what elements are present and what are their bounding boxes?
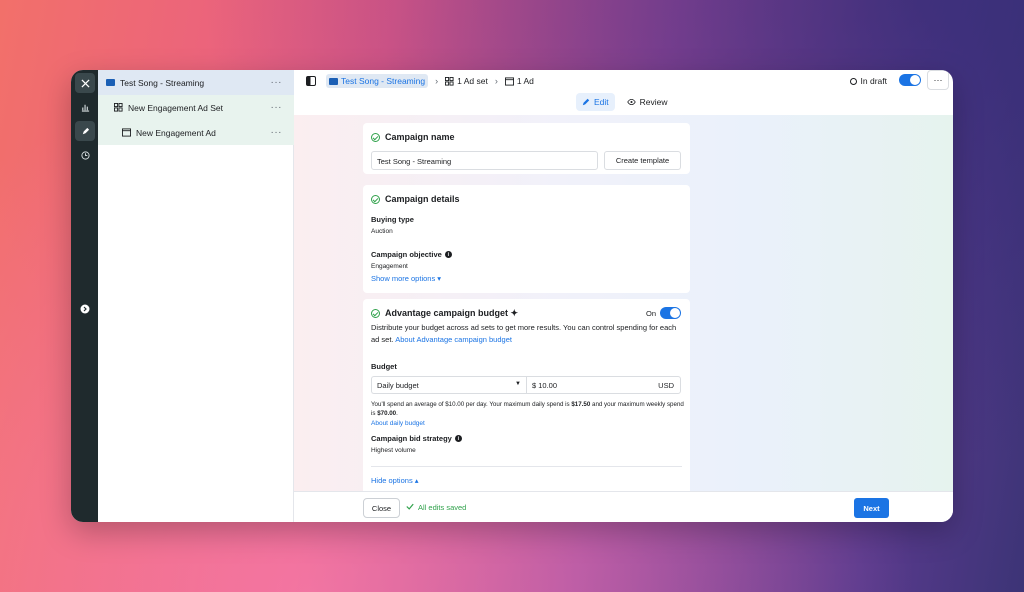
save-status: All edits saved	[406, 503, 466, 512]
more-options-icon[interactable]: ···	[271, 127, 283, 138]
advantage-budget-toggle[interactable]	[660, 307, 681, 319]
tree-item-campaign[interactable]: Test Song - Streaming ···	[98, 70, 294, 95]
folder-icon	[106, 78, 115, 87]
toggle-label: On	[645, 309, 656, 318]
objective-value: Engagement	[371, 263, 408, 270]
info-icon[interactable]: i	[454, 435, 462, 442]
breadcrumb-ad[interactable]: 1 Ad	[504, 76, 534, 86]
mode-tabs: Edit Review	[576, 92, 680, 112]
breadcrumb-campaign[interactable]: Test Song - Streaming	[326, 74, 429, 88]
hide-options-link[interactable]: Hide options ▴	[371, 476, 419, 485]
folder-icon	[329, 77, 338, 85]
card-title: Campaign name	[371, 132, 455, 142]
close-button[interactable]: Close	[363, 498, 400, 518]
grid-icon	[114, 103, 123, 112]
check-circle-icon	[371, 132, 380, 142]
tree-item-label: Test Song - Streaming	[120, 77, 205, 88]
bid-strategy-value: Highest volume	[371, 447, 416, 454]
more-options-button[interactable]: ···	[927, 70, 949, 90]
clock-icon[interactable]	[75, 145, 95, 165]
tab-edit[interactable]: Edit	[576, 93, 615, 111]
left-rail	[71, 70, 98, 522]
draft-status-icon	[849, 77, 857, 85]
breadcrumb-separator: ›	[494, 76, 498, 86]
campaign-details-card: Campaign details Buying type Auction Cam…	[363, 185, 690, 293]
about-advantage-link[interactable]: About Advantage campaign budget	[395, 335, 512, 344]
ad-icon	[122, 128, 131, 137]
more-options-icon[interactable]: ···	[271, 102, 283, 113]
check-circle-icon	[371, 194, 380, 204]
checkmark-icon	[406, 503, 414, 512]
campaign-name-input[interactable]: Test Song - Streaming	[371, 151, 598, 170]
tree-item-label: New Engagement Ad Set	[128, 102, 223, 113]
currency-label: USD	[658, 381, 674, 390]
show-more-options-link[interactable]: Show more options ▾	[371, 274, 441, 283]
eye-icon	[626, 98, 636, 106]
divider	[371, 466, 682, 467]
chevron-right-icon[interactable]	[75, 299, 95, 319]
budget-label: Budget	[371, 362, 397, 371]
caret-down-icon: ▼	[515, 381, 521, 387]
ad-icon	[504, 76, 514, 86]
create-template-button[interactable]: Create template	[604, 151, 681, 170]
more-options-icon[interactable]: ···	[271, 77, 283, 88]
tab-review[interactable]: Review	[621, 93, 674, 111]
breadcrumb-adset[interactable]: 1 Ad set	[445, 76, 488, 86]
footer-bar: Close All edits saved Next	[294, 491, 953, 522]
campaign-on-toggle[interactable]	[899, 74, 921, 86]
buying-type-value: Auction	[371, 228, 393, 235]
tree-item-label: New Engagement Ad	[136, 127, 216, 138]
next-button[interactable]: Next	[854, 498, 889, 518]
close-icon[interactable]	[75, 73, 95, 93]
budget-amount-input[interactable]: $ 10.00 USD	[526, 376, 681, 394]
editor-canvas: Campaign name Test Song - Streaming Crea…	[294, 115, 953, 491]
tree-item-ad[interactable]: New Engagement Ad ···	[98, 120, 294, 145]
tree-item-adset[interactable]: New Engagement Ad Set ···	[98, 95, 294, 120]
card-title: Advantage campaign budget ✦	[371, 308, 518, 319]
pencil-icon	[582, 98, 590, 106]
objective-label: Campaign objective i	[371, 250, 452, 259]
advantage-budget-card: Advantage campaign budget ✦ On Distribut…	[363, 299, 690, 491]
card-title: Campaign details	[371, 194, 460, 204]
panel-toggle-icon[interactable]	[304, 74, 318, 88]
pencil-icon[interactable]	[75, 121, 95, 141]
budget-type-select[interactable]: Daily budget ▼	[371, 376, 526, 394]
ads-manager-window: Test Song - Streaming ··· New Engagement…	[71, 70, 953, 522]
campaign-tree: Test Song - Streaming ··· New Engagement…	[98, 70, 294, 522]
status-badge: In draft	[849, 76, 887, 86]
buying-type-label: Buying type	[371, 215, 414, 224]
bid-strategy-label: Campaign bid strategy i	[371, 434, 462, 443]
grid-icon	[445, 76, 454, 86]
top-bar: Test Song - Streaming › 1 Ad set › 1 Ad …	[294, 70, 953, 92]
spend-summary: You'll spend an average of $10.00 per da…	[371, 401, 684, 417]
bar-chart-icon[interactable]	[75, 97, 95, 117]
campaign-name-card: Campaign name Test Song - Streaming Crea…	[363, 123, 690, 174]
breadcrumb-separator: ›	[435, 76, 439, 86]
budget-description: Distribute your budget across ad sets to…	[371, 323, 677, 344]
info-icon[interactable]: i	[444, 251, 452, 258]
about-daily-budget-link[interactable]: About daily budget	[371, 420, 425, 427]
check-circle-icon	[371, 309, 380, 318]
